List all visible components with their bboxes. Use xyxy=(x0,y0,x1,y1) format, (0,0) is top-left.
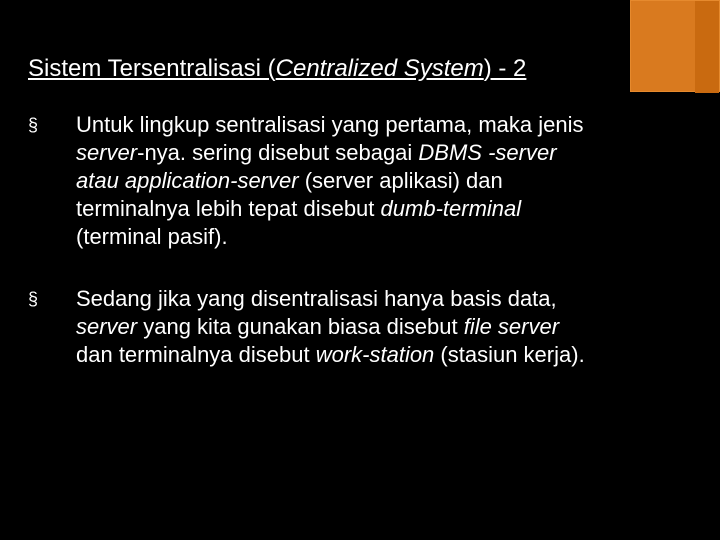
plain-text: (stasiun kerja). xyxy=(434,342,584,367)
italic-text: server xyxy=(76,314,137,339)
italic-text: server xyxy=(76,140,137,165)
slide-title: Sistem Tersentralisasi (Centralized Syst… xyxy=(28,55,680,83)
plain-text: Untuk lingkup sentralisasi yang pertama,… xyxy=(76,112,583,137)
bullet-text: Untuk lingkup sentralisasi yang pertama,… xyxy=(76,111,590,251)
list-item: §Sedang jika yang disentralisasi hanya b… xyxy=(28,285,590,369)
slide-content: Sistem Tersentralisasi (Centralized Syst… xyxy=(0,0,720,540)
plain-text: Sedang jika yang disentralisasi hanya ba… xyxy=(76,286,557,311)
list-item: §Untuk lingkup sentralisasi yang pertama… xyxy=(28,111,590,251)
title-suffix: ) - 2 xyxy=(484,55,527,82)
title-italic: Centralized System xyxy=(276,55,484,82)
bullet-text: Sedang jika yang disentralisasi hanya ba… xyxy=(76,285,590,369)
plain-text: -nya. sering disebut sebagai xyxy=(137,140,418,165)
plain-text: (terminal pasif). xyxy=(76,224,228,249)
bullet-list: §Untuk lingkup sentralisasi yang pertama… xyxy=(28,111,680,369)
italic-text: file server xyxy=(464,314,559,339)
bullet-marker-icon: § xyxy=(28,285,76,313)
italic-text: work-station xyxy=(316,342,435,367)
bullet-marker-icon: § xyxy=(28,111,76,139)
plain-text: dan terminalnya disebut xyxy=(76,342,316,367)
plain-text: yang kita gunakan biasa disebut xyxy=(137,314,464,339)
italic-text: dumb-terminal xyxy=(381,196,522,221)
title-prefix: Sistem Tersentralisasi ( xyxy=(28,55,276,82)
